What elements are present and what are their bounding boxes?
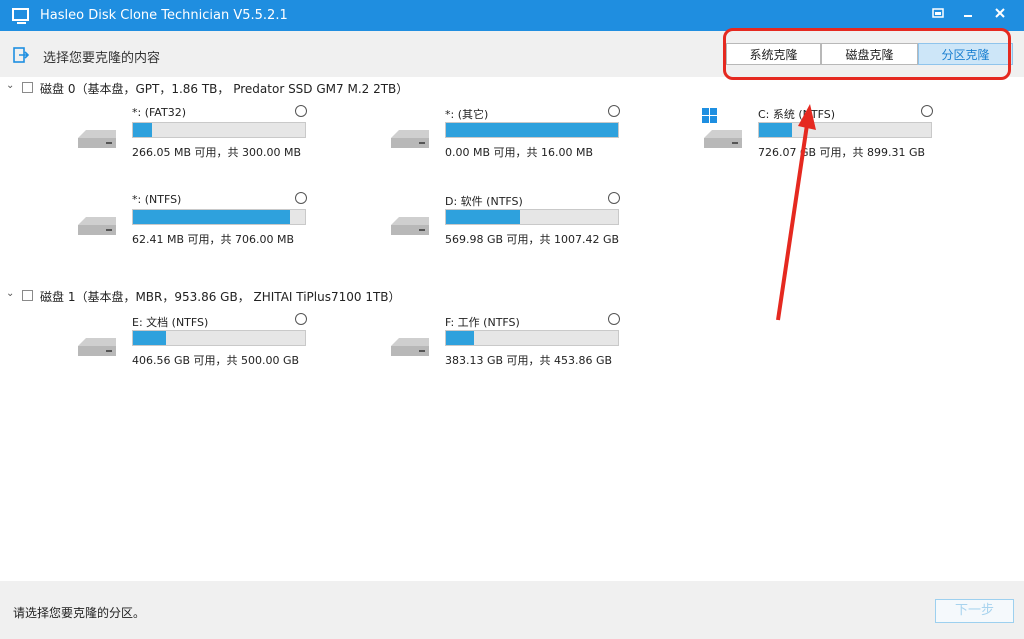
hard-drive-icon: [391, 338, 429, 356]
partition-name: C: 系统 (NTFS): [758, 108, 836, 121]
partition-usage: 266.05 MB 可用，共 300.00 MB: [132, 146, 302, 159]
tab-system-clone[interactable]: 系统克隆: [726, 43, 821, 65]
usage-bar: [132, 209, 306, 225]
chevron-down-icon[interactable]: ⌄: [6, 80, 16, 91]
partition-card[interactable]: *: (FAT32) 266.05 MB 可用，共 300.00 MB: [76, 105, 311, 166]
tab-partition-clone[interactable]: 分区克隆: [918, 43, 1013, 65]
disk-1-title: 磁盘 1（基本盘，MBR，953.86 GB， ZHITAI TiPlus710…: [40, 290, 401, 304]
usage-bar: [132, 122, 306, 138]
usage-bar-fill: [133, 123, 152, 137]
hard-drive-icon: [391, 130, 429, 148]
disk-1-checkbox[interactable]: [22, 290, 33, 301]
partition-card[interactable]: D: 软件 (NTFS) 569.98 GB 可用，共 1007.42 GB: [389, 192, 624, 253]
clone-content-icon: [13, 47, 30, 63]
partition-radio[interactable]: [295, 192, 307, 204]
usage-bar-fill: [759, 123, 792, 137]
disk-0-title: 磁盘 0（基本盘，GPT，1.86 TB， Predator SSD GM7 M…: [40, 82, 409, 96]
partition-radio[interactable]: [921, 105, 933, 117]
partition-radio[interactable]: [608, 105, 620, 117]
hard-drive-icon: [78, 130, 116, 148]
partition-usage: 383.13 GB 可用，共 453.86 GB: [445, 354, 613, 367]
partition-name: F: 工作 (NTFS): [445, 316, 520, 329]
partition-usage: 726.07 GB 可用，共 899.31 GB: [758, 146, 926, 159]
partition-radio[interactable]: [295, 105, 307, 117]
partition-radio[interactable]: [608, 313, 620, 325]
partition-name: *: (NTFS): [132, 193, 182, 206]
hard-drive-icon: [78, 217, 116, 235]
hard-drive-icon: [391, 217, 429, 235]
usage-bar: [445, 330, 619, 346]
usage-bar-fill: [446, 210, 520, 224]
partition-usage: 569.98 GB 可用，共 1007.42 GB: [445, 233, 620, 246]
next-button[interactable]: 下一步: [935, 599, 1014, 623]
usage-bar: [445, 122, 619, 138]
usage-bar-fill: [133, 210, 290, 224]
usage-bar: [758, 122, 932, 138]
partition-name: E: 文档 (NTFS): [132, 316, 209, 329]
status-text: 请选择您要克隆的分区。: [13, 606, 146, 620]
partition-card[interactable]: F: 工作 (NTFS) 383.13 GB 可用，共 453.86 GB: [389, 313, 624, 374]
partition-usage: 62.41 MB 可用，共 706.00 MB: [132, 233, 295, 246]
minimize-icon[interactable]: [958, 6, 978, 26]
chevron-down-icon[interactable]: ⌄: [6, 288, 16, 299]
partition-card-system[interactable]: C: 系统 (NTFS) 726.07 GB 可用，共 899.31 GB: [702, 105, 937, 166]
partition-card[interactable]: *: (其它) 0.00 MB 可用，共 16.00 MB: [389, 105, 624, 166]
partition-name: D: 软件 (NTFS): [445, 195, 523, 208]
windows-logo-icon: [702, 108, 718, 124]
usage-bar: [132, 330, 306, 346]
app-logo-icon: [12, 8, 29, 24]
hard-drive-icon: [704, 130, 742, 148]
window-title: Hasleo Disk Clone Technician V5.5.2.1: [40, 8, 288, 23]
usage-bar: [445, 209, 619, 225]
disk-0-checkbox[interactable]: [22, 82, 33, 93]
partition-card[interactable]: *: (NTFS) 62.41 MB 可用，共 706.00 MB: [76, 192, 311, 253]
title-bar: Hasleo Disk Clone Technician V5.5.2.1: [0, 0, 1024, 31]
disk-1-header[interactable]: ⌄ 磁盘 1（基本盘，MBR，953.86 GB， ZHITAI TiPlus7…: [6, 288, 426, 306]
partition-name: *: (其它): [445, 108, 489, 121]
restore-icon[interactable]: [928, 6, 948, 26]
partition-usage: 0.00 MB 可用，共 16.00 MB: [445, 146, 594, 159]
partition-radio[interactable]: [608, 192, 620, 204]
partition-usage: 406.56 GB 可用，共 500.00 GB: [132, 354, 300, 367]
content-prompt: 选择您要克隆的内容: [43, 51, 161, 66]
status-bar: 请选择您要克隆的分区。 下一步: [0, 581, 1024, 639]
partition-card[interactable]: E: 文档 (NTFS) 406.56 GB 可用，共 500.00 GB: [76, 313, 311, 374]
disk-0-header[interactable]: ⌄ 磁盘 0（基本盘，GPT，1.86 TB， Predator SSD GM7…: [6, 80, 409, 98]
partition-radio[interactable]: [295, 313, 307, 325]
tab-disk-clone[interactable]: 磁盘克隆: [821, 43, 918, 65]
partition-name: *: (FAT32): [132, 106, 186, 119]
close-icon[interactable]: [990, 6, 1010, 26]
usage-bar-fill: [133, 331, 166, 345]
clone-mode-tabs: 系统克隆 磁盘克隆 分区克隆: [726, 43, 1013, 65]
hard-drive-icon: [78, 338, 116, 356]
usage-bar-fill: [446, 123, 618, 137]
usage-bar-fill: [446, 331, 474, 345]
